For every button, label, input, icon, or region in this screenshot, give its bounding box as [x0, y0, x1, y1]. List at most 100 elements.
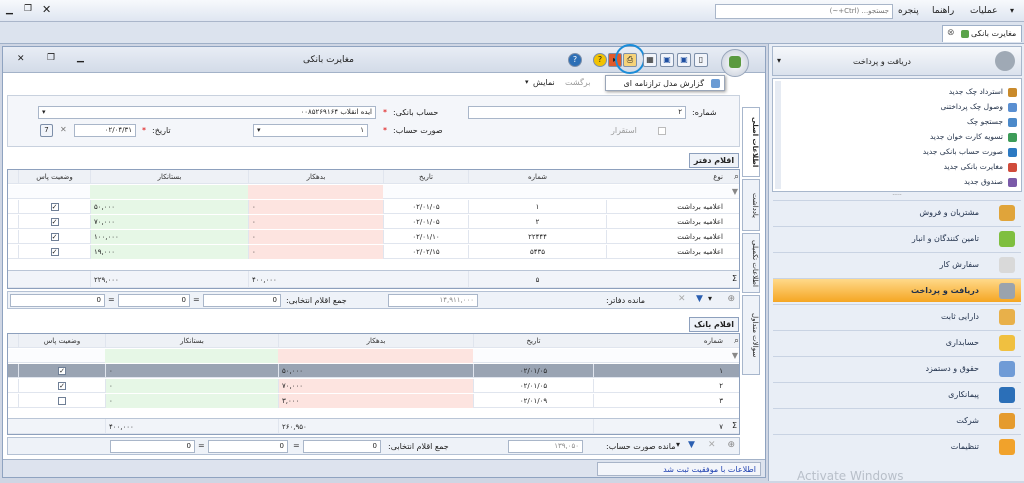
bank-account-field[interactable]: ایده انقلاب ۰۰۸۵۲۶۹۱۶۴ — [38, 106, 376, 119]
bank-table-row[interactable]: ۱ ۰۲/۰۱/۰۵ ۵۰,۰۰۰ ۰ ✓ — [8, 364, 739, 378]
close-tab-icon[interactable]: ⊗ — [947, 28, 955, 38]
col-number[interactable]: شماره — [593, 334, 726, 348]
filter-icon[interactable]: ▼ — [732, 351, 738, 360]
chevron-down-icon[interactable]: ▾ — [42, 108, 46, 116]
pass-checkbox[interactable] — [58, 397, 66, 405]
clear-date-icon[interactable]: ✕ — [60, 125, 67, 134]
menu-help[interactable]: راهنما — [932, 6, 954, 16]
col-number[interactable]: شماره — [468, 170, 606, 184]
add-icon[interactable]: ⊕ — [727, 440, 735, 450]
chevron-down-icon[interactable]: ▾ — [1010, 6, 1014, 15]
sidebar-tree-item[interactable]: وصول چک پرداختنی — [941, 102, 1017, 112]
chevron-down-icon[interactable]: ▾ — [676, 440, 680, 449]
sidebar-tree-item[interactable]: صندوق جدید — [964, 177, 1017, 187]
col-date[interactable]: تاریخ — [473, 334, 593, 348]
col-date[interactable]: تاریخ — [383, 170, 468, 184]
pass-status-cell: ✓ — [18, 200, 90, 214]
bank-table-row[interactable]: ۲ ۰۲/۰۱/۰۵ ۷۰,۰۰۰ ۰ ✓ — [8, 379, 739, 393]
close-window-icon[interactable]: ✕ — [17, 54, 25, 64]
sidebar-module[interactable]: پیمانکاری — [773, 382, 1021, 406]
pass-checkbox[interactable]: ✓ — [50, 203, 59, 211]
delete-icon[interactable]: ✕ — [708, 440, 716, 450]
number-field[interactable]: ۲ — [468, 106, 686, 119]
sidebar-module[interactable]: حقوق و دستمزد — [773, 356, 1021, 380]
save-as-icon[interactable]: ▣ — [660, 53, 674, 67]
sidebar-tree-item[interactable]: جستجو چک — [967, 117, 1017, 127]
ledger-filter-row[interactable]: ▼ — [8, 185, 739, 199]
date-field[interactable]: ۰۲/۰۴/۳۱ — [74, 124, 136, 137]
ledger-table-row[interactable]: اعلامیه برداشت ۵۴۳۵ ۰۲/۰۲/۱۵ ۰ ۱۹,۰۰۰ ✓ — [8, 245, 739, 259]
col-debit[interactable]: بدهکار — [248, 170, 383, 184]
save-icon[interactable]: ▣ — [677, 53, 691, 67]
sidebar-tree-item[interactable]: صورت حساب بانکی جدید — [923, 147, 1017, 157]
sidebar-module[interactable]: حسابداری — [773, 330, 1021, 354]
menu-window[interactable]: پنجره — [898, 6, 919, 16]
filter-icon[interactable]: ▼ — [688, 440, 695, 450]
pass-checkbox[interactable]: ✓ — [50, 248, 59, 256]
pass-checkbox[interactable]: ✓ — [50, 233, 59, 241]
ledger-table-row[interactable]: اعلامیه برداشت ۲ ۰۲/۰۱/۰۵ ۰ ۷۰,۰۰۰ ✓ — [8, 215, 739, 229]
info-icon[interactable]: ? — [593, 53, 607, 67]
ledger-table-row[interactable]: اعلامیه برداشت ۱ ۰۲/۰۱/۰۵ ۰ ۵۰,۰۰۰ ✓ — [8, 200, 739, 214]
calendar-icon[interactable]: 7 — [40, 124, 53, 137]
sidebar-tree-item[interactable]: استرداد چک جدید — [949, 87, 1017, 97]
back-button[interactable]: برگشت — [565, 78, 590, 87]
bank-filter-row[interactable]: ▼ — [8, 349, 739, 363]
minimize-window-icon[interactable]: ▁ — [77, 53, 84, 63]
tab-additional-info[interactable]: اطلاعات تکمیلی — [742, 233, 760, 293]
pass-checkbox[interactable]: ✓ — [50, 218, 59, 226]
help-icon[interactable]: ? — [568, 53, 582, 67]
sidebar-module[interactable]: شرکت — [773, 408, 1021, 432]
module-label: دارایی ثابت — [940, 312, 979, 321]
sidebar-module[interactable]: تامین کنندگان و انبار — [773, 226, 1021, 250]
splitter[interactable]: ····· — [772, 193, 1022, 199]
tab-main-info[interactable]: اطلاعات اصلی — [742, 107, 760, 177]
pin-icon[interactable]: ▾ — [777, 56, 781, 65]
bank-table-row[interactable]: ۳ ۰۲/۰۱/۰۹ ۳,۰۰۰ ۰ — [8, 394, 739, 408]
module-icon — [999, 309, 1015, 325]
sidebar-module[interactable]: دریافت و پرداخت — [773, 278, 1021, 302]
chevron-down-icon[interactable]: ▾ — [257, 126, 261, 134]
dropdown-icon[interactable]: ▾ — [525, 78, 529, 86]
menu-operations[interactable]: عملیات — [970, 6, 997, 16]
sidebar-tree-item[interactable]: تسویه کارت خوان جدید — [930, 132, 1017, 142]
pass-checkbox[interactable]: ✓ — [58, 367, 66, 375]
global-search-input[interactable]: جستجو... (Ctrl+~) — [715, 4, 893, 19]
show-button[interactable]: نمایش — [533, 78, 555, 87]
col-credit[interactable]: بستانکار — [90, 170, 248, 184]
filter-icon[interactable]: ▼ — [696, 294, 703, 304]
add-icon[interactable]: ⊕ — [727, 294, 735, 304]
sidebar-module[interactable]: دارایی ثابت — [773, 304, 1021, 328]
col-debit[interactable]: بدهکار — [278, 334, 473, 348]
establish-checkbox[interactable] — [658, 127, 666, 135]
col-type[interactable]: نوع — [606, 170, 726, 184]
delete-icon[interactable]: ✕ — [678, 294, 686, 304]
sidebar-module[interactable]: مشتریان و فروش — [773, 200, 1021, 224]
restore-app-icon[interactable]: ❐ — [24, 4, 32, 14]
new-document-icon[interactable]: ▯ — [694, 53, 708, 67]
close-app-icon[interactable]: ✕ — [42, 3, 51, 16]
chevron-down-icon[interactable]: ▾ — [708, 294, 712, 303]
pass-checkbox[interactable]: ✓ — [58, 382, 66, 390]
restore-window-icon[interactable]: ❐ — [47, 53, 55, 63]
copy-icon[interactable]: ▦ — [643, 53, 657, 67]
sidebar-tree-item[interactable]: مغایرت بانکی جدید — [944, 162, 1017, 172]
search-icon[interactable]: ⌕ — [734, 336, 739, 346]
tab-faq[interactable]: سوالات متداول — [742, 295, 760, 375]
statement-field[interactable]: ۱ — [253, 124, 368, 137]
tab-notes[interactable]: یادداشت — [742, 179, 760, 231]
tab-bank-reconciliation[interactable]: ⊗ مغایرت بانکی — [942, 25, 1022, 42]
app-logo-icon[interactable] — [721, 49, 749, 77]
col-credit[interactable]: بستانکار — [105, 334, 278, 348]
ledger-table-row[interactable]: اعلامیه برداشت ۲۲۴۴۴ ۰۲/۰۱/۱۰ ۰ ۱۰۰,۰۰۰ ✓ — [8, 230, 739, 244]
col-pass-status[interactable]: وضعیت پاس — [18, 170, 90, 184]
filter-icon[interactable]: ▼ — [732, 187, 738, 196]
bank-cell: ۰۲/۰۱/۰۹ — [473, 394, 593, 408]
col-pass-status[interactable]: وضعیت پاس — [18, 334, 105, 348]
sidebar-module[interactable]: تنظیمات — [773, 434, 1021, 458]
minimize-app-icon[interactable]: ▁ — [6, 5, 13, 15]
sidebar-module[interactable]: سفارش کار — [773, 252, 1021, 276]
ledger-remain-field: ۱۴,۹۱۱,۰۰۰ — [388, 294, 478, 307]
search-icon[interactable]: ⌕ — [734, 172, 739, 182]
tree-scrollbar[interactable] — [775, 81, 781, 189]
